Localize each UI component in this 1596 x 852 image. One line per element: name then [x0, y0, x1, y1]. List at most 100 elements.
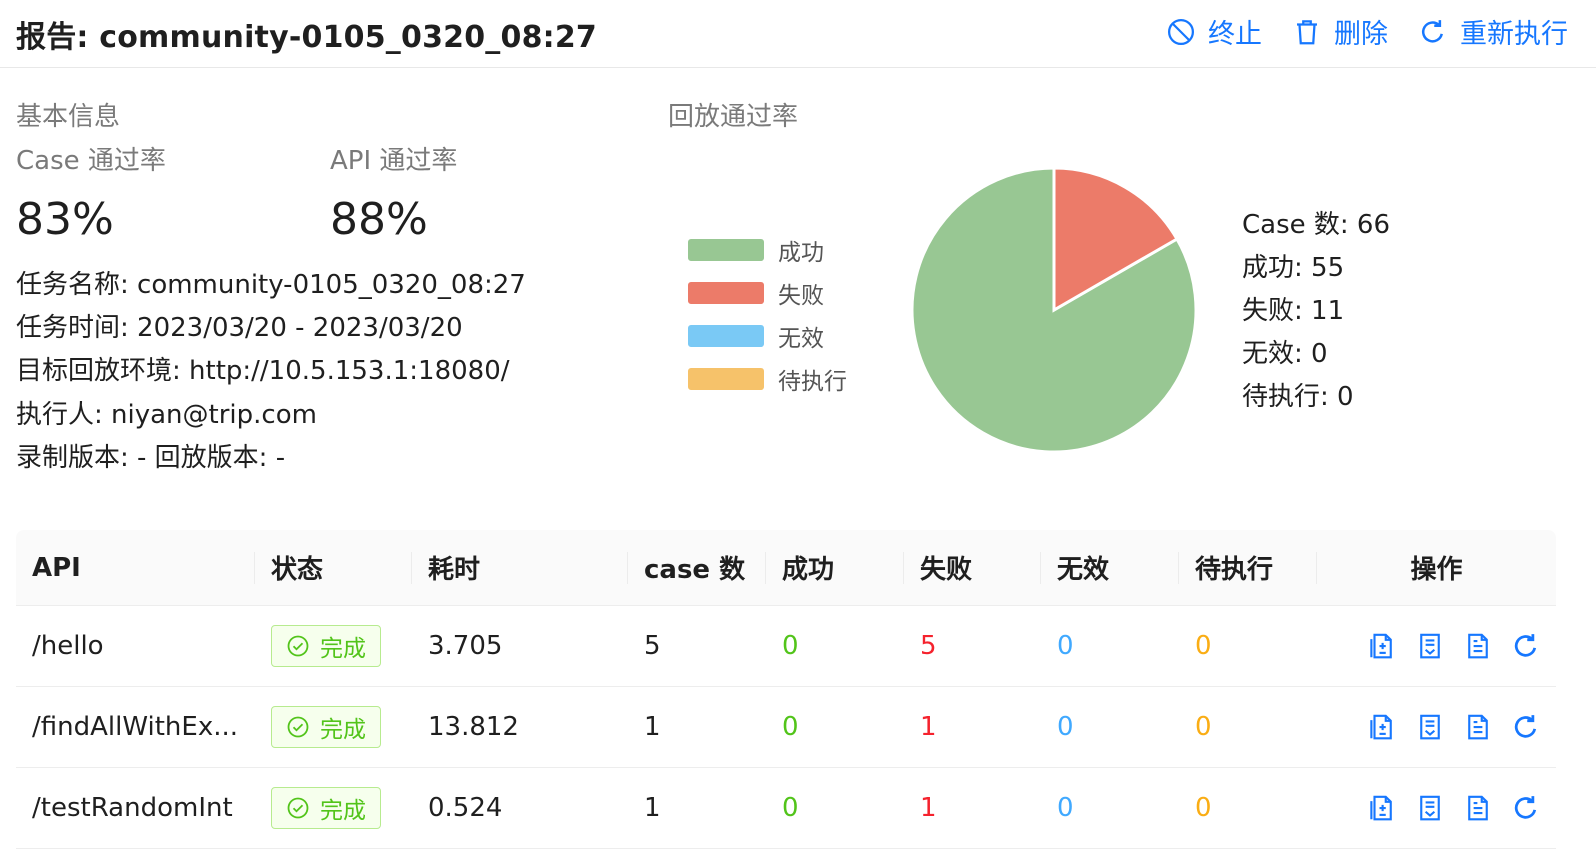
delete-label: 删除: [1334, 19, 1388, 50]
table-header: API 状态 耗时 case 数 成功 失败 无效 待执行 操作: [16, 530, 1556, 606]
diff-list-icon[interactable]: [1415, 712, 1445, 742]
file-diff-icon[interactable]: [1367, 712, 1397, 742]
col-ops: 操作: [1410, 555, 1463, 585]
stat-invalid: 无效: 0: [1242, 339, 1328, 369]
cell-pending: 0: [1195, 631, 1212, 661]
legend-swatch-invalid: [688, 324, 764, 347]
status-text: 完成: [320, 717, 366, 743]
cell-status: 完成: [255, 768, 412, 848]
legend-swatch-success: [688, 238, 764, 261]
cell-api: /hello: [16, 606, 255, 686]
cell-success: 0: [782, 793, 799, 823]
report-header: 报告: community-0105_0320_08:27 终止 删除 重新执行: [0, 0, 1596, 68]
stop-icon: [1168, 18, 1194, 45]
file-text-icon[interactable]: [1463, 793, 1493, 823]
executor: 执行人: niyan@trip.com: [16, 400, 317, 430]
versions: 录制版本: - 回放版本: -: [16, 443, 286, 473]
row-actions: [1333, 712, 1541, 742]
cell-ops: [1317, 606, 1556, 686]
cell-fail: 1: [920, 712, 937, 742]
col-api: API: [16, 530, 255, 605]
basic-info-title: 基本信息: [16, 102, 121, 132]
cell-time: 13.812: [428, 712, 519, 742]
file-text-icon[interactable]: [1463, 631, 1493, 661]
api-table: API 状态 耗时 case 数 成功 失败 无效 待执行 操作 /hello …: [16, 530, 1556, 849]
cell-api: /testRandomInt: [16, 768, 255, 848]
file-text-icon[interactable]: [1463, 712, 1493, 742]
cell-case: 1: [644, 712, 661, 742]
case-rate-value: 83%: [16, 194, 114, 245]
cell-fail: 1: [920, 793, 937, 823]
status-badge: 完成: [271, 625, 381, 667]
legend-item-fail[interactable]: 失败: [688, 271, 847, 314]
stop-button[interactable]: 终止: [1166, 12, 1262, 51]
legend-item-pending[interactable]: 待执行: [688, 357, 847, 400]
cell-fail: 5: [920, 631, 937, 661]
delete-button[interactable]: 删除: [1292, 12, 1388, 51]
status-badge: 完成: [271, 787, 381, 829]
cell-pending: 0: [1195, 793, 1212, 823]
stat-case-count: Case 数: 66: [1242, 210, 1391, 240]
status-badge: 完成: [271, 706, 381, 748]
status-text: 完成: [320, 636, 366, 662]
cell-success: 0: [782, 631, 799, 661]
cell-api: /findAllWithEx...: [16, 687, 255, 767]
legend-label-success: 成功: [778, 239, 824, 266]
cell-ops: [1317, 687, 1556, 767]
stat-success: 成功: 55: [1242, 253, 1345, 283]
redo-icon[interactable]: [1511, 631, 1541, 661]
cell-pending: 0: [1195, 712, 1212, 742]
diff-list-icon[interactable]: [1415, 793, 1445, 823]
header-actions: 终止 删除 重新执行: [1166, 12, 1568, 51]
cell-case: 1: [644, 793, 661, 823]
stop-label: 终止: [1208, 19, 1262, 50]
legend-label-pending: 待执行: [778, 368, 847, 395]
cell-status: 完成: [255, 687, 412, 767]
col-success: 成功: [766, 530, 904, 605]
pass-rate-pie-chart: [910, 166, 1198, 454]
redo-icon: [1421, 19, 1443, 43]
replay-rate-title: 回放通过率: [668, 102, 799, 132]
redo-icon[interactable]: [1511, 712, 1541, 742]
legend-swatch-pending: [688, 367, 764, 390]
replay-stats: Case 数: 66 成功: 55 失败: 11 无效: 0 待执行: 0: [1242, 204, 1390, 419]
legend-item-invalid[interactable]: 无效: [688, 314, 847, 357]
page-title: 报告: community-0105_0320_08:27: [16, 20, 597, 55]
chart-legend: 成功 失败 无效 待执行: [688, 228, 847, 400]
status-text: 完成: [320, 798, 366, 824]
rerun-button[interactable]: 重新执行: [1418, 12, 1568, 51]
redo-icon[interactable]: [1511, 793, 1541, 823]
col-status: 状态: [255, 530, 412, 605]
api-path: /findAllWithEx...: [32, 712, 238, 742]
stat-pending: 待执行: 0: [1242, 382, 1354, 412]
task-time: 任务时间: 2023/03/20 - 2023/03/20: [16, 313, 463, 343]
legend-label-fail: 失败: [778, 282, 824, 309]
check-circle-icon: [287, 797, 309, 819]
row-actions: [1333, 631, 1541, 661]
cell-status: 完成: [255, 606, 412, 686]
target-env: 目标回放环境: http://10.5.153.1:18080/: [16, 356, 510, 386]
check-circle-icon: [287, 716, 309, 738]
table-row: /findAllWithEx... 完成 13.812 1 0 1 0 0: [16, 687, 1556, 768]
col-pending: 待执行: [1179, 530, 1317, 605]
file-diff-icon[interactable]: [1367, 793, 1397, 823]
cell-ops: [1317, 768, 1556, 848]
row-actions: [1333, 793, 1541, 823]
file-diff-icon[interactable]: [1367, 631, 1397, 661]
api-rate-label: API 通过率: [330, 146, 458, 176]
trash-icon: [1297, 19, 1317, 44]
api-path: /testRandomInt: [32, 793, 233, 823]
table-row: /hello 完成 3.705 5 0 5 0 0: [16, 606, 1556, 687]
legend-swatch-fail: [688, 281, 764, 304]
col-time: 耗时: [412, 530, 628, 605]
stat-fail: 失败: 11: [1242, 296, 1345, 326]
cell-time: 3.705: [428, 631, 503, 661]
legend-item-success[interactable]: 成功: [688, 228, 847, 271]
cell-invalid: 0: [1057, 712, 1074, 742]
cell-invalid: 0: [1057, 793, 1074, 823]
api-path: /hello: [32, 631, 104, 661]
cell-time: 0.524: [428, 793, 503, 823]
diff-list-icon[interactable]: [1415, 631, 1445, 661]
task-name: 任务名称: community-0105_0320_08:27: [16, 270, 526, 300]
cell-success: 0: [782, 712, 799, 742]
